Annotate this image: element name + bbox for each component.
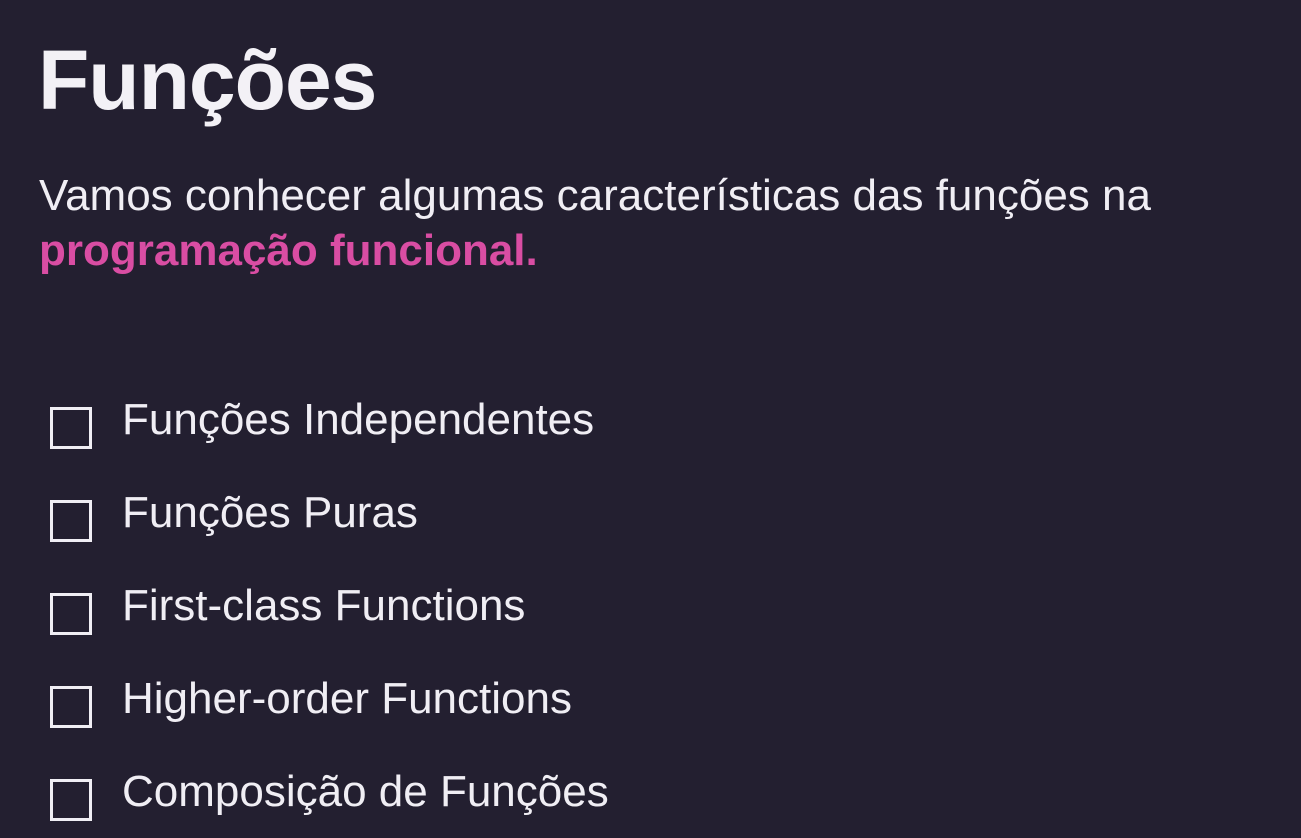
subtitle-text: Vamos conhecer algumas características d… — [39, 171, 1151, 220]
checkbox-icon[interactable] — [50, 685, 92, 728]
slide: Funções Vamos conhecer algumas caracterí… — [0, 0, 1301, 825]
checklist-item-label: First-class Functions — [122, 580, 526, 630]
checkbox-icon[interactable] — [50, 778, 92, 821]
checklist-item-label: Higher-order Functions — [122, 673, 572, 723]
checklist-item-higher-order-functions[interactable]: Higher-order Functions — [50, 652, 609, 745]
checklist-item-funcoes-puras[interactable]: Funções Puras — [50, 466, 609, 559]
checklist-item-first-class-functions[interactable]: First-class Functions — [50, 559, 609, 652]
checkbox-icon[interactable] — [50, 592, 92, 635]
subtitle-highlight: programação funcional. — [39, 226, 538, 275]
checklist-item-label: Funções Puras — [122, 487, 418, 537]
slide-subtitle: Vamos conhecer algumas características d… — [39, 168, 1279, 278]
checkbox-icon[interactable] — [50, 406, 92, 449]
checklist-item-label: Funções Independentes — [122, 394, 595, 444]
topic-checklist: Funções Independentes Funções Puras Firs… — [50, 373, 609, 838]
checklist-item-composicao-de-funcoes[interactable]: Composição de Funções — [50, 745, 609, 838]
checklist-item-label: Composição de Funções — [122, 766, 609, 816]
checklist-item-funcoes-independentes[interactable]: Funções Independentes — [50, 373, 609, 466]
slide-title: Funções — [38, 33, 377, 127]
checkbox-icon[interactable] — [50, 499, 92, 542]
